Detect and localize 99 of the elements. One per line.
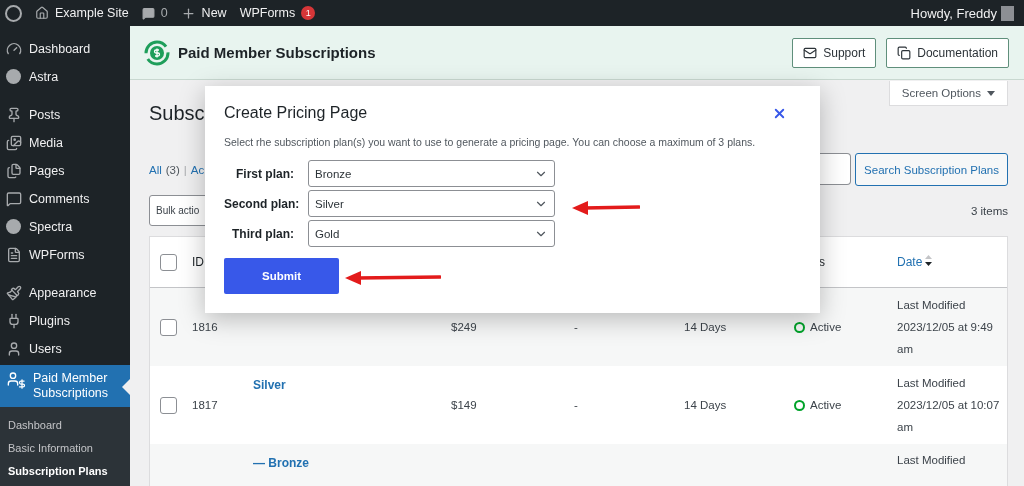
submenu-item[interactable]: Dashboard: [0, 413, 130, 436]
site-link[interactable]: Example Site: [55, 6, 129, 20]
greeting-link[interactable]: Howdy, Freddy: [910, 5, 997, 21]
id-cell-text: 1817: [192, 399, 219, 411]
price-cell-text: $149: [451, 399, 478, 411]
comment-count[interactable]: 0: [160, 6, 168, 20]
dialog-title: Create Pricing Page: [224, 104, 368, 122]
home-icon[interactable]: [35, 6, 49, 20]
circle-logo-icon: [6, 69, 22, 85]
form-icon: [6, 247, 22, 263]
notification-badge: 1: [301, 6, 316, 20]
plugin-logo-icon: [144, 39, 170, 66]
status-ring-icon: [794, 399, 805, 411]
sidebar-label: Plugins: [29, 314, 70, 328]
items-count: 3 items: [970, 204, 1008, 217]
wordpress-logo-icon[interactable]: [5, 4, 22, 22]
new-link[interactable]: New: [201, 6, 227, 20]
sidebar-item[interactable]: Comments: [0, 185, 130, 213]
pin-icon: [6, 107, 22, 123]
dialog-description: Select rhe subscription plan(s) you want to use to generate a pricing page. You can choose a maximum of 3 plans.: [224, 136, 757, 148]
screen-options-button[interactable]: Screen Options: [888, 81, 1008, 106]
plan-name-link[interactable]: Silver: [253, 378, 286, 392]
filter-link[interactable]: All: [149, 163, 162, 176]
plugin-title: Paid Member Subscriptions: [178, 44, 376, 61]
field-label: Third plan:: [231, 226, 294, 241]
images-icon: [6, 135, 22, 151]
date-cell-text: Last Modified: [897, 453, 967, 466]
paintbrush-icon: [6, 285, 22, 301]
status-cell: Active: [810, 399, 842, 411]
date-cell-text: Last Modified 2023/12/05 at 10:07 am: [897, 376, 1001, 435]
pointer-arrow: [572, 200, 640, 216]
row-checkbox[interactable]: [160, 396, 177, 414]
table-cell-text: -: [574, 321, 579, 333]
status-cell: Active: [810, 321, 842, 333]
sidebar-label: Media: [29, 136, 64, 150]
support-button[interactable]: Support: [792, 37, 877, 68]
date-cell-text: Last Modified 2023/12/05 at 9:49 am: [897, 298, 994, 357]
plus-icon[interactable]: [180, 5, 196, 21]
sidebar-label: Astra: [29, 70, 59, 84]
filter-separator: |: [183, 163, 187, 176]
comment-icon: [6, 191, 22, 207]
sidebar-label: Dashboard: [29, 42, 91, 56]
plan-select[interactable]: Silver: [308, 190, 555, 217]
sidebar-item[interactable]: Pages: [0, 157, 130, 185]
id-cell-text: 1816: [192, 321, 219, 333]
filter-count: (3): [165, 163, 180, 176]
sidebar-item[interactable]: Appearance: [0, 279, 130, 307]
active-pointer: [122, 379, 130, 395]
sort-icon: [925, 255, 933, 267]
sidebar-item[interactable]: Users: [0, 335, 130, 363]
column-header: ID: [192, 255, 205, 269]
sidebar-label: Appearance: [29, 286, 97, 300]
trial-cell-text: 14 Days: [684, 399, 728, 411]
avatar-placeholder[interactable]: [1001, 5, 1014, 21]
row-checkbox[interactable]: [160, 318, 177, 336]
submenu-item[interactable]: Basic Information: [0, 436, 130, 459]
user-dollar-icon: [5, 371, 27, 389]
field-label: First plan:: [235, 166, 294, 181]
table-cell-text: -: [574, 399, 579, 411]
caret-icon: [987, 90, 995, 96]
circle-logo-icon: [6, 219, 22, 235]
filter-link[interactable]: Ac: [190, 163, 205, 176]
sidebar-item[interactable]: Posts: [0, 101, 130, 129]
price-cell-text: $249: [451, 321, 478, 333]
plug-icon: [6, 313, 22, 329]
sidebar-label: Paid Member Subscriptions: [33, 371, 110, 401]
sidebar-label: WPForms: [29, 248, 85, 262]
comment-icon[interactable]: [141, 6, 155, 20]
search-button[interactable]: Search Subscription Plans: [855, 153, 1008, 186]
documentation-button[interactable]: Documentation: [886, 37, 1009, 68]
sidebar-label: Pages: [29, 164, 65, 178]
sidebar-item[interactable]: Dashboard: [0, 35, 130, 63]
sidebar-label: Spectra: [29, 220, 73, 234]
sidebar-label: Comments: [29, 192, 90, 206]
mail-icon: [803, 45, 818, 60]
date-column-header[interactable]: Date: [897, 255, 1007, 269]
sidebar-label: Posts: [29, 108, 61, 122]
sidebar-item[interactable]: Astra: [0, 63, 130, 91]
sidebar-item[interactable]: Plugins: [0, 307, 130, 335]
submit-button[interactable]: Submit: [224, 258, 339, 294]
document-icon: [897, 45, 912, 60]
submenu-item[interactable]: Subscription Plans: [0, 459, 130, 482]
trial-cell-text: 14 Days: [684, 321, 728, 333]
user-icon: [6, 341, 22, 357]
column-header: s: [818, 255, 826, 269]
plan-select[interactable]: Gold: [308, 220, 555, 247]
sidebar-label: Users: [29, 342, 62, 356]
plan-name-link[interactable]: — Bronze: [253, 456, 309, 470]
sidebar-item[interactable]: Spectra: [0, 213, 130, 241]
forms-link[interactable]: WPForms: [239, 6, 296, 20]
status-ring-icon: [794, 321, 805, 333]
sidebar-item-active[interactable]: Paid Member Subscriptions: [0, 365, 130, 407]
plan-select[interactable]: Bronze: [308, 160, 555, 187]
select-all-checkbox[interactable]: [160, 253, 177, 271]
page-heading: Subsc: [149, 102, 205, 125]
gauge-icon: [6, 41, 22, 57]
pages-icon: [6, 163, 22, 179]
sidebar-item[interactable]: Media: [0, 129, 130, 157]
sidebar-item[interactable]: WPForms: [0, 241, 130, 269]
